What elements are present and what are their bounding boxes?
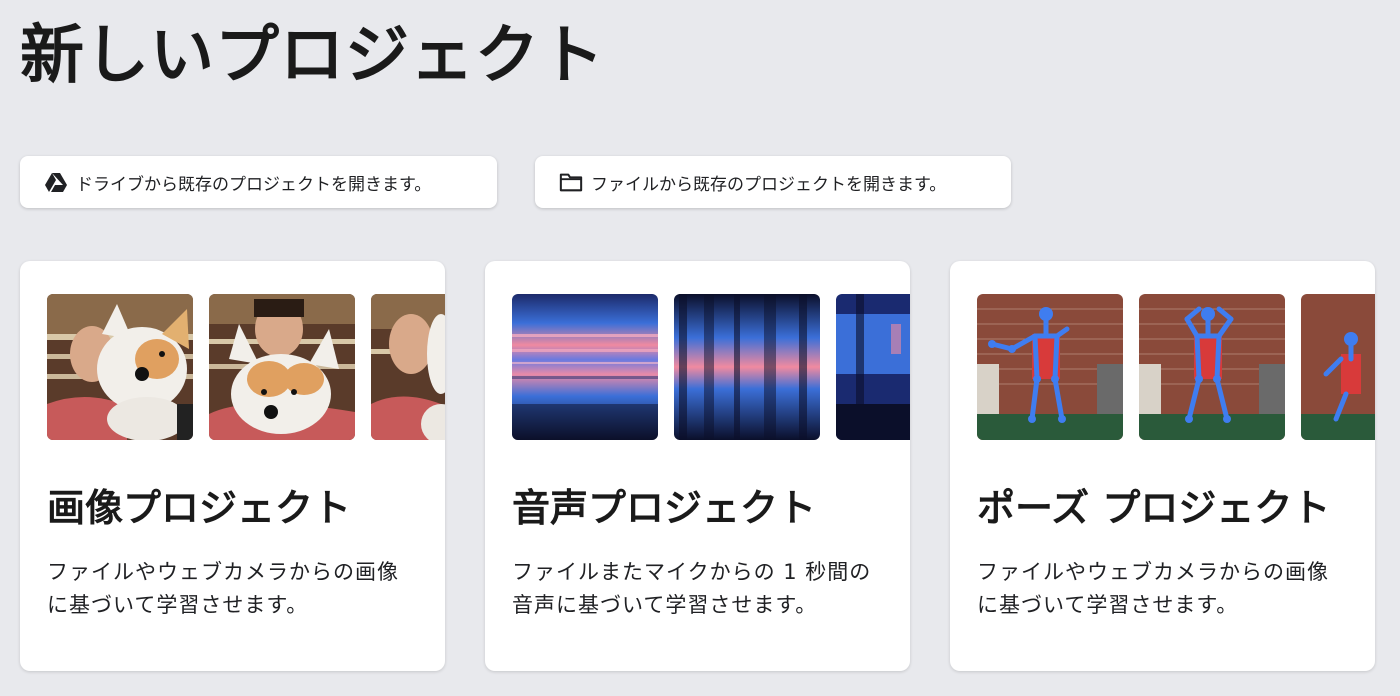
google-drive-icon [44, 170, 68, 194]
pose-project-thumbnails [977, 294, 1375, 440]
pose-thumbnail [977, 294, 1123, 440]
pose-thumbnail [1301, 294, 1375, 440]
image-project-card[interactable]: 画像プロジェクト ファイルやウェブカメラからの画像に基づいて学習させます。 [20, 261, 445, 671]
open-from-file-label: ファイルから既存のプロジェクトを開きます。 [591, 174, 947, 195]
new-project-page: 新しいプロジェクト ドライブから既存のプロジェクトを開きます。 ファイルから既存… [0, 0, 1400, 696]
pose-thumbnail [1139, 294, 1285, 440]
spectrogram-thumbnail [674, 294, 820, 440]
pose-project-card[interactable]: ポーズ プロジェクト ファイルやウェブカメラからの画像に基づいて学習させます。 [950, 261, 1375, 671]
image-project-title: 画像プロジェクト [47, 486, 352, 530]
image-thumbnail [209, 294, 355, 440]
spectrogram-thumbnail [512, 294, 658, 440]
image-thumbnail [371, 294, 445, 440]
audio-project-thumbnails [512, 294, 910, 440]
audio-project-card[interactable]: 音声プロジェクト ファイルまたマイクからの 1 秒間の音声に基づいて学習させます… [485, 261, 910, 671]
page-title: 新しいプロジェクト [20, 19, 605, 93]
audio-project-title: 音声プロジェクト [512, 486, 817, 530]
pose-project-title: ポーズ プロジェクト [977, 486, 1331, 530]
audio-project-description: ファイルまたマイクからの 1 秒間の音声に基づいて学習させます。 [512, 560, 872, 617]
pose-project-description: ファイルやウェブカメラからの画像に基づいて学習させます。 [977, 560, 1329, 617]
open-from-drive-label: ドライブから既存のプロジェクトを開きます。 [76, 174, 432, 195]
image-thumbnail [47, 294, 193, 440]
image-project-description: ファイルやウェブカメラからの画像に基づいて学習させます。 [47, 560, 399, 617]
open-from-drive-button[interactable]: ドライブから既存のプロジェクトを開きます。 [20, 156, 497, 208]
folder-icon [559, 170, 583, 194]
spectrogram-thumbnail [836, 294, 910, 440]
image-project-thumbnails [47, 294, 445, 440]
open-from-file-button[interactable]: ファイルから既存のプロジェクトを開きます。 [535, 156, 1011, 208]
